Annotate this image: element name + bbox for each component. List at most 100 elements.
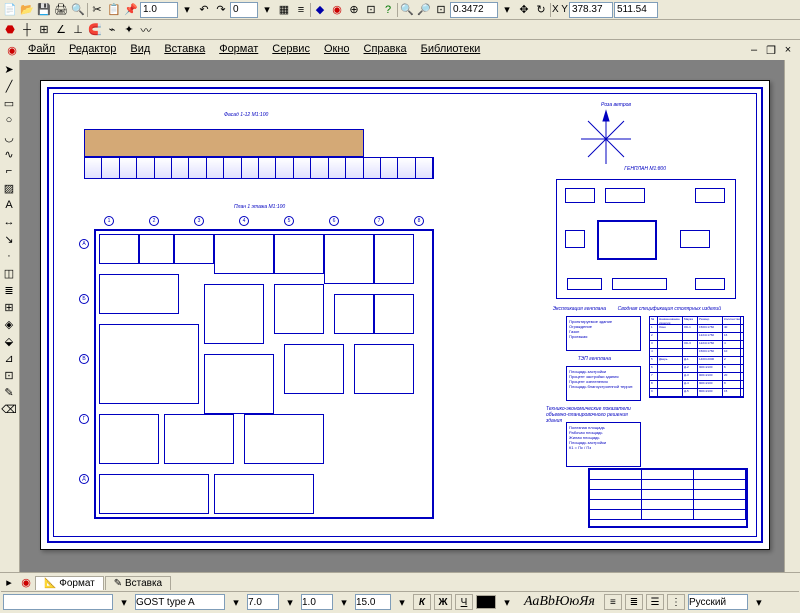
tool-icon[interactable]: ⊞ (1, 299, 17, 315)
dropdown-icon[interactable]: ▾ (751, 594, 767, 610)
tool-icon[interactable]: ◈ (1, 316, 17, 332)
size3-input[interactable] (355, 594, 391, 610)
dropdown-icon[interactable]: ▾ (228, 594, 244, 610)
tool-icon[interactable]: ⊿ (1, 350, 17, 366)
menu-help[interactable]: Справка (358, 42, 413, 58)
zoom-level-input[interactable] (450, 2, 498, 18)
open-icon[interactable]: 📂 (19, 2, 35, 18)
tool-icon[interactable]: ⊡ (363, 2, 379, 18)
block-icon[interactable]: ◫ (1, 265, 17, 281)
burst-icon[interactable]: ✦ (121, 22, 137, 38)
align-right-button[interactable]: ☰ (646, 594, 664, 610)
snap-icon[interactable]: ┼ (19, 22, 35, 38)
tool-icon[interactable]: ◉ (329, 2, 345, 18)
scrollbar-vertical[interactable] (784, 60, 800, 572)
scale-input[interactable] (230, 2, 258, 18)
rotate-icon[interactable]: ↻ (533, 2, 549, 18)
save-icon[interactable]: 💾 (36, 2, 52, 18)
bold-button[interactable]: К (413, 594, 431, 610)
list-button[interactable]: ⋮ (667, 594, 685, 610)
minimize-icon[interactable]: – (746, 42, 762, 58)
undo-icon[interactable]: ↶ (196, 2, 212, 18)
menu-insert[interactable]: Вставка (158, 42, 211, 58)
cut-icon[interactable]: ✂ (89, 2, 105, 18)
leader-icon[interactable]: ↘ (1, 231, 17, 247)
tool-icon[interactable]: ⊕ (346, 2, 362, 18)
dropdown-icon[interactable]: ▾ (259, 2, 275, 18)
move-icon[interactable]: ✥ (516, 2, 532, 18)
menu-file[interactable]: Файл (22, 42, 61, 58)
wave-icon[interactable]: 〰 (138, 22, 154, 38)
tool-icon[interactable]: ⌫ (1, 401, 17, 417)
font-input[interactable] (135, 594, 225, 610)
menu-editor[interactable]: Редактор (63, 42, 122, 58)
close-icon[interactable]: × (780, 42, 796, 58)
new-icon[interactable]: 📄 (2, 2, 18, 18)
tab-insert[interactable]: ✎ Вставка (105, 576, 171, 590)
tab-arrow-icon[interactable]: ▸ (1, 575, 17, 591)
lang-input[interactable] (688, 594, 748, 610)
dropdown-icon[interactable]: ▾ (336, 594, 352, 610)
dash-icon[interactable]: ⌁ (104, 22, 120, 38)
tool-icon[interactable]: ⬙ (1, 333, 17, 349)
style-input[interactable] (3, 594, 113, 610)
align-left-button[interactable]: ≡ (604, 594, 622, 610)
dropdown-icon[interactable]: ▾ (116, 594, 132, 610)
tool-icon[interactable]: ◆ (312, 2, 328, 18)
menu-view[interactable]: Вид (124, 42, 156, 58)
help-icon[interactable]: ? (380, 2, 396, 18)
menu-window[interactable]: Окно (318, 42, 356, 58)
italic-button[interactable]: Ж (434, 594, 452, 610)
hatch-icon[interactable]: ▨ (1, 180, 17, 196)
redo-icon[interactable]: ↷ (213, 2, 229, 18)
circle-icon[interactable]: ○ (1, 112, 17, 128)
arc-icon[interactable]: ◡ (1, 129, 17, 145)
line-icon[interactable]: ╱ (1, 78, 17, 94)
coord-y-input[interactable] (614, 2, 658, 18)
rect-icon[interactable]: ▭ (1, 95, 17, 111)
paste-icon[interactable]: 📌 (123, 2, 139, 18)
text-icon[interactable]: A (1, 197, 17, 213)
size2-input[interactable] (301, 594, 333, 610)
tool-icon[interactable]: ✎ (1, 384, 17, 400)
layer-icon[interactable]: ≣ (1, 282, 17, 298)
curve-icon[interactable]: ∿ (1, 146, 17, 162)
size1-input[interactable] (247, 594, 279, 610)
dim-icon[interactable]: ↔ (1, 214, 17, 230)
copy-icon[interactable]: 📋 (106, 2, 122, 18)
zoom-in-icon[interactable]: 🔍 (399, 2, 415, 18)
magnet-icon[interactable]: 🧲 (87, 22, 103, 38)
dropdown-icon[interactable]: ▾ (499, 594, 515, 610)
dropdown-icon[interactable]: ▾ (282, 594, 298, 610)
point-icon[interactable]: · (1, 248, 17, 264)
arrow-icon[interactable]: ➤ (1, 61, 17, 77)
ortho-icon[interactable]: ⊥ (70, 22, 86, 38)
preview-icon[interactable]: 🔍 (70, 2, 86, 18)
dropdown-icon[interactable]: ▾ (179, 2, 195, 18)
angle-icon[interactable]: ∠ (53, 22, 69, 38)
polyline-icon[interactable]: ⌐ (1, 163, 17, 179)
tab-format[interactable]: 📐 Формат (35, 576, 104, 590)
app-icon[interactable]: ◉ (4, 42, 20, 58)
coord-x-input[interactable] (569, 2, 613, 18)
color-swatch[interactable] (476, 595, 496, 609)
align-center-button[interactable]: ≣ (625, 594, 643, 610)
zoom-fit-icon[interactable]: ⊡ (433, 2, 449, 18)
tool-icon[interactable]: ⊡ (1, 367, 17, 383)
print-icon[interactable]: 🖨 (53, 2, 69, 18)
dropdown-icon[interactable]: ▾ (499, 2, 515, 18)
align-icon[interactable]: ≡ (293, 2, 309, 18)
canvas[interactable]: Роза ветров Фасад 1-12 М1:100 ГЕНПЛАН М1… (20, 60, 784, 572)
stop-icon[interactable]: ⬣ (2, 22, 18, 38)
menu-libraries[interactable]: Библиотеки (415, 42, 487, 58)
grid-snap-icon[interactable]: ⊞ (36, 22, 52, 38)
restore-icon[interactable]: ❐ (763, 42, 779, 58)
menu-service[interactable]: Сервис (266, 42, 316, 58)
zoom-out-icon[interactable]: 🔎 (416, 2, 432, 18)
zoom-input[interactable] (140, 2, 178, 18)
dropdown-icon[interactable]: ▾ (394, 594, 410, 610)
tab-add-icon[interactable]: ◉ (18, 575, 34, 591)
underline-button[interactable]: Ч (455, 594, 473, 610)
grid-icon[interactable]: ▦ (276, 2, 292, 18)
menu-format[interactable]: Формат (213, 42, 264, 58)
